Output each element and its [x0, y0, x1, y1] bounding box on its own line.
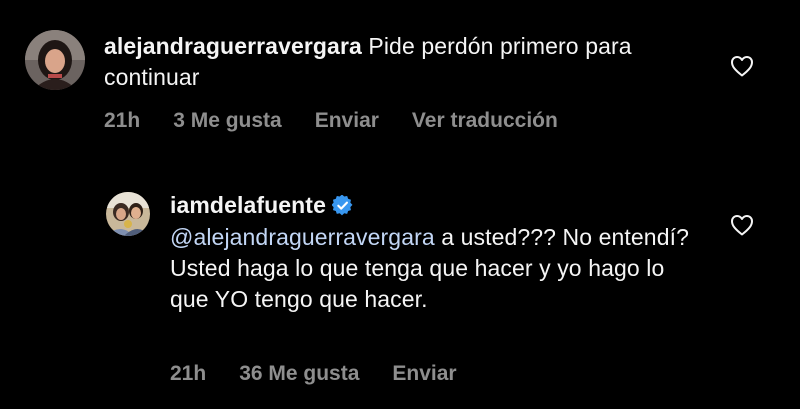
reply-item: iamdelafuente @alejandraguerravergara a … [0, 150, 800, 409]
comment-time: 21h [104, 109, 141, 132]
comment-item: alejandraguerravergara Pide perdón prime… [0, 0, 800, 150]
verified-badge-icon [331, 195, 353, 216]
heart-icon[interactable] [730, 55, 754, 77]
avatar[interactable] [106, 192, 150, 236]
translate-link[interactable]: Ver traducción [412, 109, 558, 133]
mention-link[interactable]: @alejandraguerravergara [170, 224, 435, 250]
likes-count-link[interactable]: 36 Me gusta [239, 362, 359, 386]
comment-actions: 21h 3 Me gusta Enviar Ver traducción [104, 109, 591, 133]
reply-header: iamdelafuente [170, 190, 730, 221]
avatar[interactable] [25, 30, 85, 90]
reply-username[interactable]: iamdelafuente [170, 192, 326, 218]
reply-text: @alejandraguerravergara a usted??? No en… [170, 222, 690, 315]
avatar-image [25, 30, 85, 90]
comment-text: alejandraguerravergara Pide perdón prime… [104, 31, 704, 93]
reply-time: 21h [170, 362, 207, 385]
reply-actions: 21h 36 Me gusta Enviar [170, 362, 490, 386]
comment-username[interactable]: alejandraguerravergara [104, 33, 362, 59]
heart-icon[interactable] [730, 214, 754, 236]
avatar-image [106, 192, 150, 236]
reply-button[interactable]: Enviar [315, 109, 379, 133]
likes-count-link[interactable]: 3 Me gusta [173, 109, 282, 133]
reply-button[interactable]: Enviar [392, 362, 456, 386]
